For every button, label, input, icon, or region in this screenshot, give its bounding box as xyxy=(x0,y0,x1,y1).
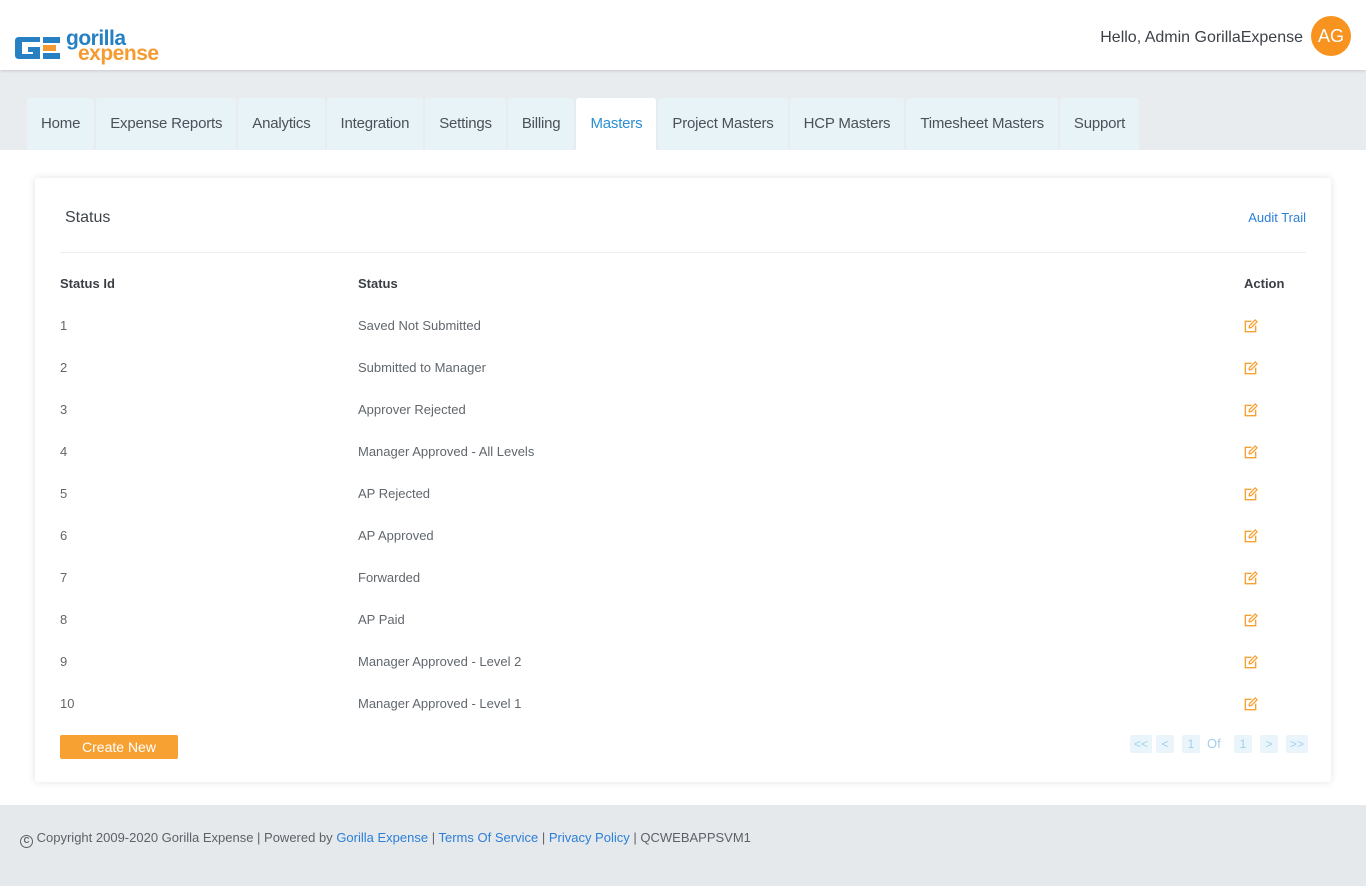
footer-text: C Copyright 2009-2020 Gorilla Expense | … xyxy=(20,830,751,848)
page-footer: C Copyright 2009-2020 Gorilla Expense | … xyxy=(0,805,1366,886)
table-row: 8 AP Paid xyxy=(35,612,1331,654)
tab-home[interactable]: Home xyxy=(27,98,95,150)
content-area: Status Audit Trail Status Id Status Acti… xyxy=(0,150,1366,805)
pager-total-pages: 1 xyxy=(1234,735,1252,753)
tab-billing[interactable]: Billing xyxy=(507,98,575,150)
table-row: 1 Saved Not Submitted xyxy=(35,318,1331,360)
create-new-button[interactable]: Create New xyxy=(60,735,178,759)
cell-status-name: Saved Not Submitted xyxy=(358,318,481,333)
nav-band: Home Expense Reports Analytics Integration S… xyxy=(0,70,1366,150)
edit-icon[interactable] xyxy=(1243,319,1258,334)
cell-status-id: 10 xyxy=(60,696,75,711)
tab-analytics[interactable]: Analytics xyxy=(238,98,325,150)
cell-status-name: AP Paid xyxy=(358,612,405,627)
audit-trail-link[interactable]: Audit Trail xyxy=(1248,210,1306,225)
footer-copyright: Copyright 2009-2020 Gorilla Expense | Po… xyxy=(36,830,333,845)
user-avatar[interactable]: AG xyxy=(1311,16,1351,56)
column-header-status: Status xyxy=(358,276,398,291)
edit-icon[interactable] xyxy=(1243,361,1258,376)
cell-status-id: 8 xyxy=(60,612,68,627)
page-title: Status xyxy=(65,209,111,226)
column-header-action: Action xyxy=(1244,276,1285,291)
pager-last-button[interactable]: >> xyxy=(1286,735,1309,753)
table-row: 3 Approver Rejected xyxy=(35,402,1331,444)
footer-separator: | xyxy=(431,830,436,845)
cell-status-name: Manager Approved - Level 1 xyxy=(358,696,522,711)
edit-icon[interactable] xyxy=(1243,445,1258,460)
footer-powered-link[interactable]: Gorilla Expense xyxy=(336,830,428,845)
cell-status-name: Approver Rejected xyxy=(358,402,466,417)
footer-separator: | xyxy=(633,830,637,845)
table-row: 4 Manager Approved - All Levels xyxy=(35,444,1331,486)
table-row: 9 Manager Approved - Level 2 xyxy=(35,654,1331,696)
pager-prev-button[interactable]: < xyxy=(1156,735,1174,753)
footer-server-name: QCWEBAPPSVM1 xyxy=(640,830,751,845)
edit-icon[interactable] xyxy=(1243,529,1258,544)
table-row: 2 Submitted to Manager xyxy=(35,360,1331,402)
tab-hcp-masters[interactable]: HCP Masters xyxy=(789,98,905,150)
cell-status-id: 2 xyxy=(60,360,68,375)
logo-text-expense: expense xyxy=(78,42,159,65)
tab-masters[interactable]: Masters xyxy=(576,98,657,150)
tab-timesheet-masters[interactable]: Timesheet Masters xyxy=(906,98,1058,150)
status-card: Status Audit Trail Status Id Status Acti… xyxy=(35,178,1331,782)
table-row: 6 AP Approved xyxy=(35,528,1331,570)
pager-current-page[interactable]: 1 xyxy=(1182,735,1200,753)
footer-terms-link[interactable]: Terms Of Service xyxy=(439,830,539,845)
pager-of-label: Of xyxy=(1207,736,1221,751)
cell-status-id: 5 xyxy=(60,486,68,501)
cell-status-id: 9 xyxy=(60,654,68,669)
divider xyxy=(60,252,1306,253)
footer-separator: | xyxy=(541,830,546,845)
tab-project-masters[interactable]: Project Masters xyxy=(658,98,788,150)
edit-icon[interactable] xyxy=(1243,613,1258,628)
cell-status-id: 7 xyxy=(60,570,68,585)
tab-integration[interactable]: Integration xyxy=(326,98,424,150)
cell-status-name: Manager Approved - All Levels xyxy=(358,444,535,459)
edit-icon[interactable] xyxy=(1243,571,1258,586)
tab-settings[interactable]: Settings xyxy=(425,98,506,150)
cell-status-name: Submitted to Manager xyxy=(358,360,486,375)
footer-privacy-link[interactable]: Privacy Policy xyxy=(549,830,630,845)
top-header: gorilla expense Hello, Admin GorillaExpe… xyxy=(0,0,1366,70)
gorilla-expense-logo[interactable]: gorilla expense xyxy=(14,28,174,68)
cell-status-name: Forwarded xyxy=(358,570,421,585)
edit-icon[interactable] xyxy=(1243,487,1258,502)
cell-status-id: 1 xyxy=(60,318,68,333)
cell-status-id: 6 xyxy=(60,528,68,543)
edit-icon[interactable] xyxy=(1243,697,1258,712)
pager-next-button[interactable]: > xyxy=(1260,735,1278,753)
edit-icon[interactable] xyxy=(1243,655,1258,670)
cell-status-id: 4 xyxy=(60,444,68,459)
pager-first-button[interactable]: << xyxy=(1130,735,1153,753)
user-greeting: Hello, Admin GorillaExpense xyxy=(1100,29,1303,46)
tab-support[interactable]: Support xyxy=(1059,98,1140,150)
edit-icon[interactable] xyxy=(1243,403,1258,418)
table-row: 7 Forwarded xyxy=(35,570,1331,612)
cell-status-name: AP Approved xyxy=(358,528,434,543)
main-tabs: Home Expense Reports Analytics Integration S… xyxy=(27,98,1140,150)
cell-status-name: Manager Approved - Level 2 xyxy=(358,654,522,669)
table-row: 5 AP Rejected xyxy=(35,486,1331,528)
cell-status-name: AP Rejected xyxy=(358,486,431,501)
table-row: 10 Manager Approved - Level 1 xyxy=(35,696,1331,738)
cell-status-id: 3 xyxy=(60,402,68,417)
copyright-icon: C xyxy=(20,835,33,848)
logo-mark-icon xyxy=(15,37,60,59)
column-header-status-id: Status Id xyxy=(60,276,115,291)
tab-expense-reports[interactable]: Expense Reports xyxy=(96,98,237,150)
